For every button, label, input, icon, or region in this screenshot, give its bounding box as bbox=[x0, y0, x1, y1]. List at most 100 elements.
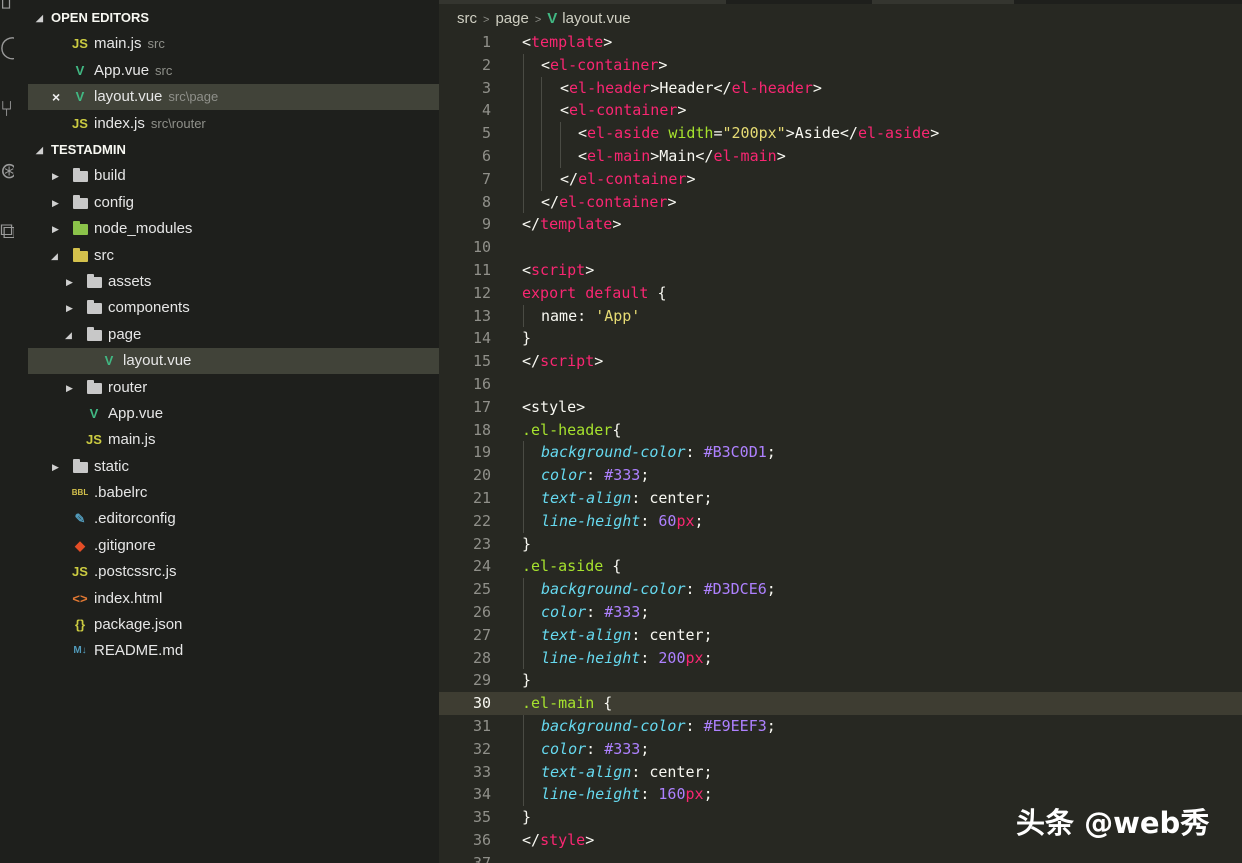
chevron-right-icon: > bbox=[534, 14, 542, 26]
line-number: 8 bbox=[481, 192, 491, 211]
line-number: 20 bbox=[472, 466, 491, 485]
line-number: 25 bbox=[472, 580, 491, 599]
tree-file-readme-md[interactable]: M↓ README.md bbox=[28, 638, 439, 664]
git-file-icon: ◆ bbox=[75, 538, 85, 553]
tree-folder-build[interactable]: ▶ build bbox=[28, 163, 439, 189]
line-code: </el-container> bbox=[541, 192, 677, 211]
indent-guide bbox=[523, 167, 524, 191]
source-control-icon[interactable]: ⑂ bbox=[0, 98, 14, 122]
line-number: 17 bbox=[472, 397, 491, 416]
code-lines[interactable]: 1 <template> 2 <el-container> 3 <el-header>… bbox=[439, 31, 1242, 863]
code-line-current: 30 .el-main { bbox=[439, 692, 1242, 715]
tree-file-postcssrc-js[interactable]: JS .postcssrc.js bbox=[28, 559, 439, 585]
open-editor-path: src bbox=[155, 63, 173, 78]
open-editor-layout-vue[interactable]: × V layout.vue src\page bbox=[28, 84, 439, 110]
line-code: <el-header>Header</el-header> bbox=[560, 78, 822, 97]
line-number: 37 bbox=[472, 853, 491, 863]
code-line: 4 <el-container> bbox=[439, 99, 1242, 123]
tree-file-main-js[interactable]: JS main.js bbox=[28, 427, 439, 453]
line-number: 15 bbox=[472, 352, 491, 371]
code-line: 12 export default { bbox=[439, 282, 1242, 305]
open-editor-app-vue[interactable]: V App.vue src bbox=[28, 58, 439, 84]
tree-folder-src[interactable]: ◢ src bbox=[28, 243, 439, 269]
tree-folder-page[interactable]: ◢ page bbox=[28, 322, 439, 348]
indent-guide bbox=[523, 623, 524, 647]
indent-guide bbox=[523, 600, 524, 624]
tree-file-gitignore[interactable]: ◆ .gitignore bbox=[28, 533, 439, 559]
code-editor[interactable]: src > page > Vlayout.vue 1 <template> 2 <el-co… bbox=[439, 0, 1242, 863]
tree-file-index-html[interactable]: <> index.html bbox=[28, 586, 439, 612]
line-number: 3 bbox=[481, 78, 491, 97]
line-code: color: #333; bbox=[541, 602, 650, 621]
line-number: 2 bbox=[481, 55, 491, 74]
tree-file-editorconfig[interactable]: ✎ .editorconfig bbox=[28, 506, 439, 532]
code-line: 15 </script> bbox=[439, 350, 1242, 373]
line-number: 31 bbox=[472, 716, 491, 735]
line-code: </style> bbox=[522, 830, 595, 849]
chevron-right-icon: ▶ bbox=[52, 224, 59, 234]
open-editor-main-js[interactable]: JS main.js src bbox=[28, 31, 439, 57]
babel-file-icon: BBL bbox=[71, 488, 89, 497]
code-line: 13 name: 'App' bbox=[439, 304, 1242, 328]
indent-guide bbox=[523, 441, 524, 465]
line-code: <el-main>Main</el-main> bbox=[578, 146, 786, 165]
js-file-icon: JS bbox=[86, 432, 102, 447]
vue-file-icon: V bbox=[547, 10, 558, 27]
line-number: 21 bbox=[472, 488, 491, 507]
breadcrumb-src[interactable]: src bbox=[457, 10, 477, 27]
code-line: 18 .el-header{ bbox=[439, 419, 1242, 442]
debug-icon[interactable]: ⊛ bbox=[0, 160, 14, 184]
tree-folder-assets[interactable]: ▶ assets bbox=[28, 269, 439, 295]
line-number: 7 bbox=[481, 169, 491, 188]
tree-folder-router[interactable]: ▶ router bbox=[28, 375, 439, 401]
indent-guide bbox=[523, 509, 524, 533]
files-icon[interactable]: ▯ bbox=[0, 0, 14, 12]
tree-folder-config[interactable]: ▶ config bbox=[28, 190, 439, 216]
line-number: 9 bbox=[481, 215, 491, 234]
line-number: 28 bbox=[472, 648, 491, 667]
project-header[interactable]: ◢ TESTADMIN bbox=[28, 137, 439, 163]
code-line: 6 <el-main>Main</el-main> bbox=[439, 144, 1242, 168]
folder-icon bbox=[71, 190, 89, 216]
close-icon[interactable]: × bbox=[52, 84, 60, 110]
tree-folder-node-modules[interactable]: ▶ node_modules bbox=[28, 216, 439, 242]
tree-folder-static[interactable]: ▶ static bbox=[28, 454, 439, 480]
line-code: line-height: 200px; bbox=[541, 648, 713, 667]
line-code: } bbox=[522, 329, 532, 348]
line-number: 18 bbox=[472, 420, 491, 439]
folder-icon bbox=[71, 163, 89, 189]
tree-file-babelrc[interactable]: BBL .babelrc bbox=[28, 480, 439, 506]
indent-guide bbox=[541, 76, 542, 100]
tree-file-package-json[interactable]: {} package.json bbox=[28, 612, 439, 638]
breadcrumb-page[interactable]: page bbox=[495, 10, 528, 27]
search-icon[interactable]: ◯ bbox=[0, 36, 14, 60]
line-code: </el-container> bbox=[560, 169, 696, 188]
code-line: 32 color: #333; bbox=[439, 737, 1242, 761]
tab-strip bbox=[439, 0, 1242, 4]
indent-guide bbox=[523, 144, 524, 168]
open-editor-name: App.vue bbox=[94, 62, 150, 79]
extensions-icon[interactable]: ⧉ bbox=[0, 220, 14, 244]
line-code: line-height: 160px; bbox=[541, 785, 713, 804]
breadcrumb-file[interactable]: layout.vue bbox=[562, 10, 630, 27]
indent-guide bbox=[523, 53, 524, 77]
line-number: 35 bbox=[472, 808, 491, 827]
js-file-icon: JS bbox=[72, 116, 88, 131]
chevron-right-icon: ▶ bbox=[52, 198, 59, 208]
open-editors-header[interactable]: ◢ OPEN EDITORS bbox=[28, 5, 439, 31]
line-code: </template> bbox=[522, 215, 622, 234]
code-line: 9 </template> bbox=[439, 213, 1242, 236]
open-editor-index-js[interactable]: JS index.js src\router bbox=[28, 111, 439, 137]
code-line: 14} bbox=[439, 327, 1242, 350]
chevron-right-icon: ▶ bbox=[66, 383, 73, 393]
tree-file-app-vue[interactable]: V App.vue bbox=[28, 401, 439, 427]
line-code: } bbox=[522, 671, 532, 690]
line-number: 11 bbox=[472, 260, 491, 279]
html-file-icon: <> bbox=[72, 591, 88, 606]
chevron-right-icon: ▶ bbox=[52, 171, 59, 181]
indent-guide bbox=[523, 486, 524, 510]
chevron-down-icon: ◢ bbox=[36, 145, 43, 155]
tree-file-layout-vue[interactable]: V layout.vue bbox=[28, 348, 439, 374]
tree-folder-components[interactable]: ▶ components bbox=[28, 295, 439, 321]
line-code: } bbox=[522, 534, 532, 553]
